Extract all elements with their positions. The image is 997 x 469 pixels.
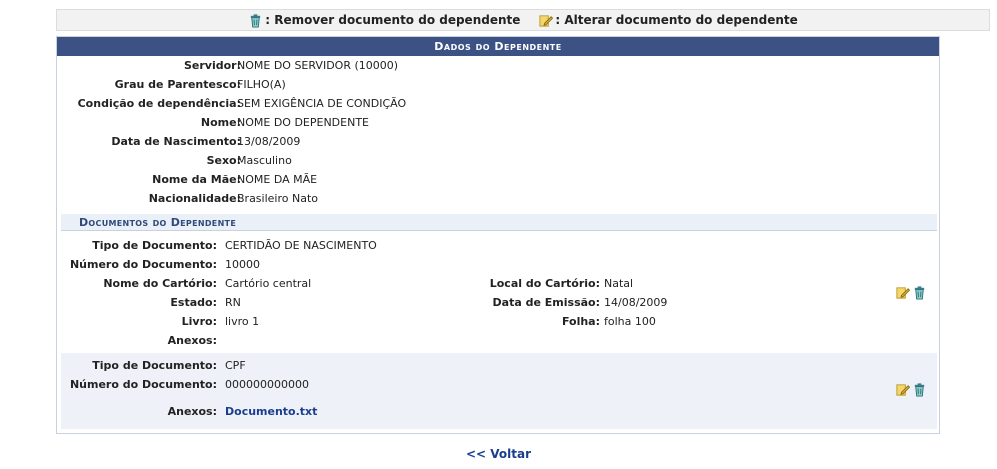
panel-caption: Dados do Dependente [57, 37, 939, 56]
doc-value: 000000000000 [225, 378, 309, 391]
doc-label: Estado: [170, 296, 217, 309]
trash-icon[interactable] [912, 382, 927, 397]
doc-row: Nome do Cartório: Cartório central Local… [57, 275, 941, 293]
doc-label: Número do Documento: [69, 378, 217, 391]
field-row: Nome: NOME DO DEPENDENTE [57, 114, 941, 132]
doc1-actions [895, 285, 927, 300]
doc-label: Local do Cartório: [489, 277, 600, 290]
field-label: Data de Nascimento: [111, 135, 241, 148]
field-row: Nacionalidade: Brasileiro Nato [57, 190, 941, 208]
doc-value: livro 1 [225, 315, 260, 328]
field-label: Nome: [200, 116, 241, 129]
doc-label: Nome do Cartório: [103, 277, 217, 290]
legend-remove-label: : Remover documento do dependente [265, 13, 521, 27]
doc-label: Anexos: [167, 334, 217, 347]
legend-bar: : Remover documento do dependente : Alte… [56, 9, 990, 31]
field-row: Condição de dependência: SEM EXIGÊNCIA D… [57, 95, 941, 113]
field-value: SEM EXIGÊNCIA DE CONDIÇÃO [237, 97, 407, 110]
field-label: Servidor: [183, 59, 241, 72]
back-container: << Voltar [0, 447, 997, 461]
doc-value: 14/08/2009 [604, 296, 668, 309]
dependent-panel: Dados do Dependente Servidor: NOME DO SE… [56, 36, 940, 434]
doc2-actions [895, 382, 927, 397]
trash-icon[interactable] [912, 285, 927, 300]
field-label: Grau de Parentesco: [114, 78, 241, 91]
edit-icon[interactable] [895, 382, 910, 397]
field-value: NOME DO DEPENDENTE [237, 116, 369, 129]
legend-edit-label: : Alterar documento do dependente [555, 13, 798, 27]
doc-label: Tipo de Documento: [92, 359, 217, 372]
field-label: Condição de dependência: [77, 97, 241, 110]
doc-row: Tipo de Documento: CPF [57, 357, 941, 375]
documents-subheader: Documentos do Dependente [61, 214, 937, 231]
field-label: Nome da Mãe: [152, 173, 241, 186]
doc-value: RN [225, 296, 241, 309]
field-value: 13/08/2009 [237, 135, 301, 148]
field-row: Data de Nascimento: 13/08/2009 [57, 133, 941, 151]
doc-label: Número do Documento: [69, 258, 217, 271]
trash-icon [251, 13, 261, 28]
doc-value: CPF [225, 359, 246, 372]
attachment-link[interactable]: Documento.txt [225, 403, 317, 421]
field-row: Servidor: NOME DO SERVIDOR (10000) [57, 57, 941, 75]
edit-icon [539, 14, 554, 27]
doc-value: CERTIDÃO DE NASCIMENTO [225, 239, 377, 252]
field-label: Nacionalidade: [148, 192, 241, 205]
field-value: NOME DA MÃE [237, 173, 318, 186]
field-row: Sexo: Masculino [57, 152, 941, 170]
doc-label: Tipo de Documento: [92, 239, 217, 252]
doc-value: Natal [604, 277, 634, 290]
doc-row: Tipo de Documento: CERTIDÃO DE NASCIMENT… [57, 237, 941, 255]
doc-row: Número do Documento: 10000 [57, 256, 941, 274]
field-value: NOME DO SERVIDOR (10000) [237, 59, 399, 72]
doc-value: Cartório central [225, 277, 312, 290]
doc-row: Anexos: Documento.txt [57, 403, 941, 421]
field-label: Sexo: [206, 154, 241, 167]
doc-value: folha 100 [604, 315, 656, 328]
field-value: FILHO(A) [237, 78, 286, 91]
doc-label: Folha: [561, 315, 600, 328]
doc-row: Livro: livro 1 Folha: folha 100 [57, 313, 941, 331]
legend-edit: : Alterar documento do dependente [538, 13, 798, 28]
doc-row: Anexos: [57, 332, 941, 350]
field-row: Nome da Mãe: NOME DA MÃE [57, 171, 941, 189]
back-link[interactable]: << Voltar [466, 447, 531, 461]
field-value: Masculino [237, 154, 292, 167]
doc-value: 10000 [225, 258, 260, 271]
edit-icon[interactable] [895, 285, 910, 300]
doc-label: Anexos: [167, 405, 217, 418]
doc-row: Estado: RN Data de Emissão: 14/08/2009 [57, 294, 941, 312]
field-value: Brasileiro Nato [237, 192, 318, 205]
legend-remove: : Remover documento do dependente [248, 13, 520, 28]
field-row: Grau de Parentesco: FILHO(A) [57, 76, 941, 94]
doc-label: Livro: [181, 315, 217, 328]
doc-row: Número do Documento: 000000000000 [57, 376, 941, 394]
doc-label: Data de Emissão: [492, 296, 600, 309]
